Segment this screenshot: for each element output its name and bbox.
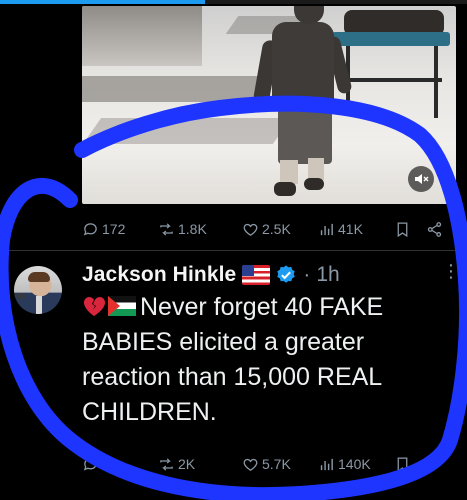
us-flag-icon: [242, 265, 271, 285]
like-count: 2.5K: [262, 221, 291, 237]
like-count: 5.7K: [262, 456, 291, 472]
tweet-actions-bottom: 2K 5.7K 140K: [82, 452, 456, 476]
reply-icon: [83, 457, 97, 471]
repost-count: 1.8K: [178, 221, 207, 237]
video-person: [278, 104, 332, 164]
video-progress-track[interactable]: [0, 0, 467, 4]
repost-button[interactable]: 2K: [158, 456, 195, 473]
tweet-time[interactable]: 1h: [316, 263, 339, 287]
tweet-text-line1: Never forget 40 FAKE: [140, 293, 384, 321]
reply-button[interactable]: [82, 456, 99, 473]
views-count: 41K: [338, 221, 363, 237]
video-stretcher: [434, 46, 438, 118]
bookmark-icon: [397, 456, 408, 472]
tweet-header: Jackson Hinkle · 1h: [82, 262, 340, 288]
like-button[interactable]: 5.7K: [242, 456, 291, 473]
video-wall: [82, 6, 202, 66]
reply-icon: [83, 222, 97, 236]
more-options-icon[interactable]: ⋮: [442, 262, 460, 280]
views-button[interactable]: 140K: [318, 456, 371, 473]
video-stretcher: [342, 78, 442, 82]
broken-heart-icon: [84, 297, 105, 316]
palestine-flag-icon: [108, 296, 136, 316]
video-person: [304, 178, 324, 190]
video-progress-fill: [0, 0, 206, 4]
video-player[interactable]: [82, 6, 456, 204]
avatar-collar: [36, 296, 42, 314]
like-button[interactable]: 2.5K: [242, 221, 291, 238]
avatar-hair: [28, 272, 50, 282]
video-person: [308, 158, 324, 180]
avatar-badge: HB: [14, 292, 26, 301]
share-icon: [427, 221, 442, 237]
video-floor-stripe: [82, 76, 272, 102]
separator-dot: ·: [303, 263, 311, 286]
video-person: [280, 160, 298, 184]
bookmark-button[interactable]: [394, 456, 411, 473]
share-button[interactable]: [426, 221, 443, 238]
reply-count: 172: [102, 221, 126, 237]
views-bar-icon: [320, 223, 333, 235]
avatar[interactable]: HB: [14, 266, 62, 314]
verified-badge-icon: [277, 265, 296, 283]
bookmark-icon: [397, 221, 408, 237]
views-count: 140K: [338, 456, 371, 472]
video-floor-stripe: [82, 118, 292, 144]
tweet-text-body: BABIES elicited a greater reaction than …: [82, 328, 382, 426]
display-name[interactable]: Jackson Hinkle: [82, 263, 236, 287]
video-person: [274, 182, 296, 196]
repost-icon: [160, 222, 173, 236]
heart-icon: [243, 223, 258, 236]
reply-button[interactable]: 172: [82, 221, 125, 238]
repost-button[interactable]: 1.8K: [158, 221, 207, 238]
video-person: [272, 22, 334, 106]
tweet-divider: [0, 250, 467, 251]
video-stretcher: [332, 32, 450, 46]
speaker-mute-icon[interactable]: [408, 166, 434, 192]
views-button[interactable]: 41K: [318, 221, 363, 238]
repost-count: 2K: [178, 456, 196, 472]
repost-icon: [160, 457, 173, 471]
heart-icon: [243, 458, 258, 471]
views-bar-icon: [320, 458, 333, 470]
bookmark-button[interactable]: [394, 221, 411, 238]
tweet-text: Never forget 40 FAKE BABIES elicited a gr…: [82, 290, 452, 430]
tweet-actions-top: 172 1.8K 2.5K 41K: [82, 217, 456, 241]
